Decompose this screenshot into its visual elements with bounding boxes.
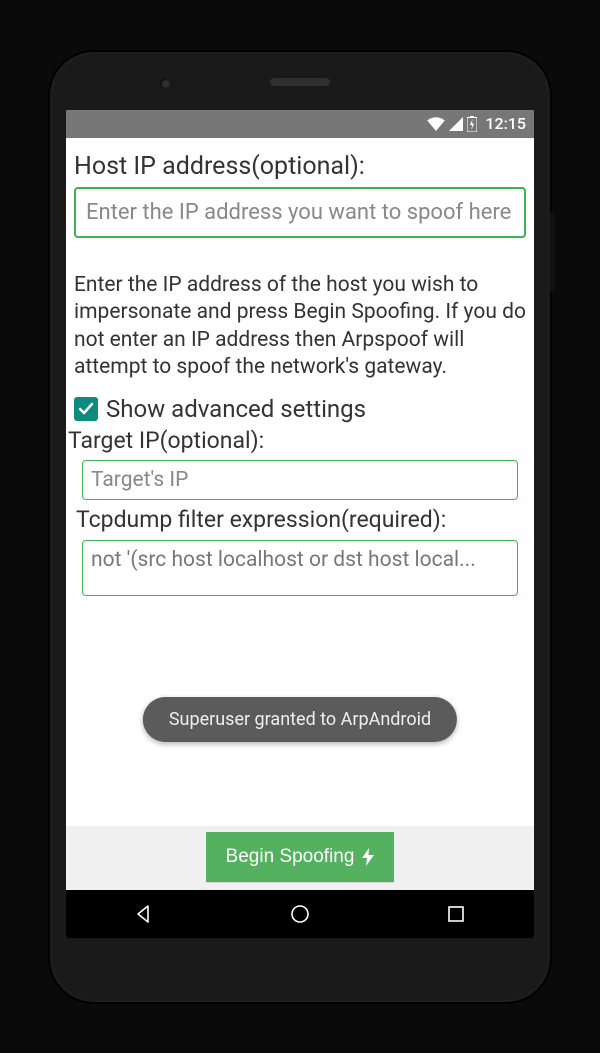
android-nav-bar [66,890,534,938]
description-text: Enter the IP address of the host you wis… [74,272,526,381]
tcpdump-label: Tcpdump filter expression(required): [76,506,526,534]
target-ip-input[interactable]: Target's IP [82,460,518,500]
nav-back-icon[interactable] [130,900,158,928]
nav-home-icon[interactable] [286,900,314,928]
cell-signal-icon [449,117,463,131]
advanced-settings-label: Show advanced settings [106,395,366,423]
tcpdump-input[interactable]: not '(src host localhost or dst host loc… [82,540,518,596]
advanced-settings-row[interactable]: Show advanced settings [74,395,526,423]
bolt-icon [362,848,374,866]
wifi-icon [427,117,445,131]
host-ip-label: Host IP address(optional): [74,152,526,181]
nav-recent-icon[interactable] [442,900,470,928]
bottom-action-bar: Begin Spoofing [66,826,534,890]
android-status-bar: 12:15 [66,110,534,138]
app-content: Host IP address(optional): Enter the IP … [66,138,534,826]
advanced-settings-checkbox[interactable] [74,397,98,421]
toast-message: Superuser granted to ArpAndroid [143,697,457,742]
begin-spoofing-label: Begin Spoofing [226,846,355,868]
host-ip-input[interactable]: Enter the IP address you want to spoof h… [74,187,526,239]
begin-spoofing-button[interactable]: Begin Spoofing [206,832,395,882]
status-clock: 12:15 [485,114,526,133]
battery-charging-icon [467,116,477,132]
target-ip-label: Target IP(optional): [68,427,526,454]
